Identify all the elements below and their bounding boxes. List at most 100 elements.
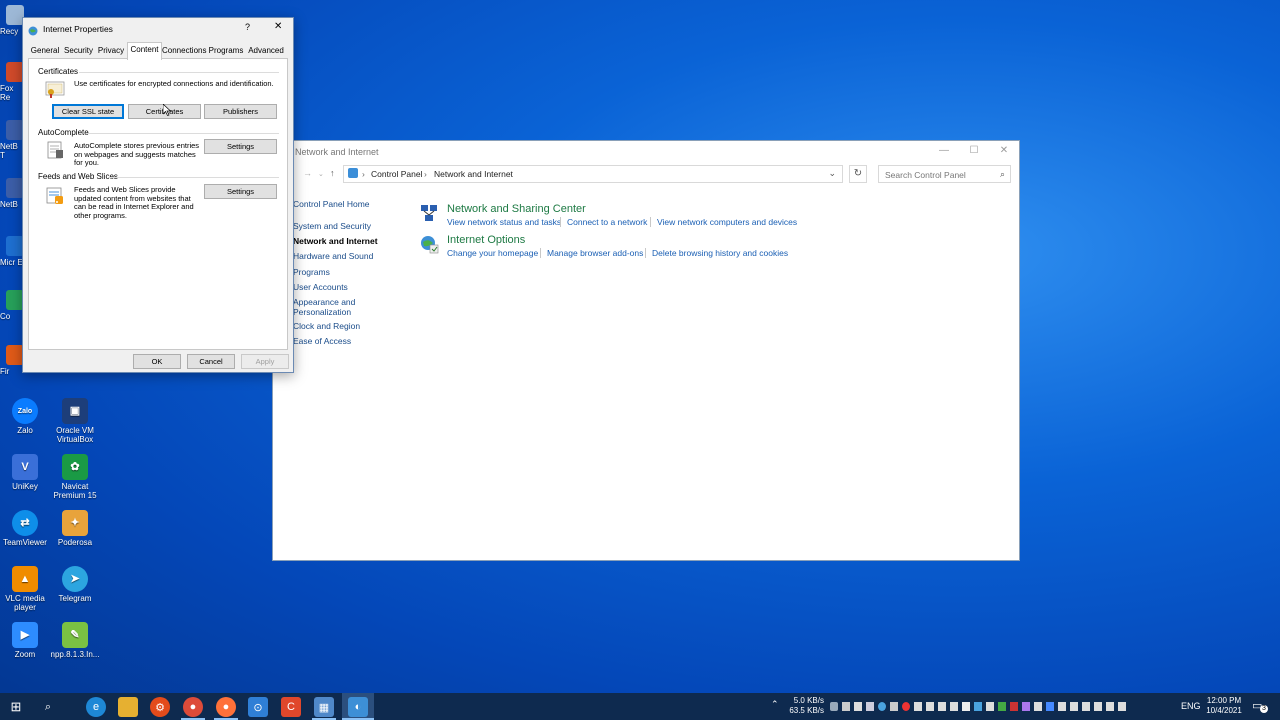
- wifi-icon[interactable]: [1070, 702, 1078, 711]
- tray-app-icon[interactable]: [986, 702, 994, 711]
- start-windows-icon[interactable]: ⊞: [6, 697, 26, 717]
- desktop-icon-partial[interactable]: Micr E: [0, 236, 24, 267]
- battery-icon[interactable]: [1094, 702, 1102, 711]
- close-button[interactable]: ✕: [989, 143, 1019, 159]
- desktop-icon-partial[interactable]: NetB: [0, 178, 24, 209]
- bluetooth-icon[interactable]: [1046, 702, 1054, 711]
- desktop-icon-partial[interactable]: Fox Re: [0, 62, 24, 102]
- chrome-icon[interactable]: ●: [183, 697, 203, 717]
- desktop-icon-partial[interactable]: Co: [0, 290, 24, 321]
- sidebar-item-appearance[interactable]: Appearance and Personalization: [293, 297, 363, 317]
- close-button[interactable]: ✕: [274, 21, 282, 32]
- maximize-button[interactable]: ☐: [959, 143, 989, 159]
- category-network-sharing-center[interactable]: Network and Sharing Center: [447, 203, 586, 215]
- chevron-up-icon[interactable]: ⌃: [771, 699, 779, 710]
- tray-app-icon[interactable]: [1082, 702, 1090, 711]
- edge-icon[interactable]: e: [86, 697, 106, 717]
- tray-app-icon[interactable]: [974, 702, 982, 711]
- desktop-icon-navicat[interactable]: ✿ Navicat Premium 15: [47, 454, 103, 500]
- sidebar-item-user-accounts[interactable]: User Accounts: [293, 282, 348, 292]
- address-bar[interactable]: › Control Panel › Network and Internet ⌄: [343, 165, 843, 183]
- tray-app-icon[interactable]: [878, 702, 886, 711]
- sidebar-item-programs[interactable]: Programs: [293, 267, 330, 277]
- tray-app-icon[interactable]: [854, 702, 862, 711]
- chevron-down-icon[interactable]: ⌄: [828, 168, 836, 179]
- desktop-icon-teamviewer[interactable]: ⇄ TeamViewer: [0, 510, 53, 547]
- tray-app-icon[interactable]: [1022, 702, 1030, 711]
- desktop-icon-partial[interactable]: Recy: [0, 5, 24, 36]
- link-delete-browsing-history[interactable]: Delete browsing history and cookies: [652, 248, 788, 258]
- tab-programs[interactable]: Programs: [207, 44, 245, 58]
- tray-app-icon[interactable]: [1058, 702, 1066, 711]
- desktop-icon-zalo[interactable]: Zalo Zalo: [0, 398, 53, 435]
- desktop-icon-vlc[interactable]: ▲ VLC media player: [0, 566, 53, 612]
- tab-advanced[interactable]: Advanced: [247, 44, 285, 58]
- tray-app-icon[interactable]: [1010, 702, 1018, 711]
- clear-ssl-state-button[interactable]: Clear SSL state: [52, 104, 124, 119]
- clock[interactable]: 12:00 PM 10/4/2021: [1202, 696, 1246, 716]
- feeds-settings-button[interactable]: Settings: [204, 184, 277, 199]
- tray-app-icon[interactable]: [866, 702, 874, 711]
- search-input[interactable]: Search Control Panel ⌕: [878, 165, 1011, 183]
- apply-button[interactable]: Apply: [241, 354, 289, 369]
- publishers-button[interactable]: Publishers: [204, 104, 277, 119]
- link-change-homepage[interactable]: Change your homepage: [447, 248, 538, 258]
- tab-connections[interactable]: Connections: [162, 44, 206, 58]
- toolbox-icon[interactable]: C: [281, 697, 301, 717]
- tray-app-icon[interactable]: [842, 702, 850, 711]
- search-icon[interactable]: ⌕: [38, 697, 58, 717]
- cancel-button[interactable]: Cancel: [187, 354, 235, 369]
- ok-button[interactable]: OK: [133, 354, 181, 369]
- desktop-icon-virtualbox[interactable]: ▣ Oracle VM VirtualBox: [47, 398, 103, 444]
- desktop-icon-telegram[interactable]: ➤ Telegram: [47, 566, 103, 603]
- control-panel-icon[interactable]: ▦: [314, 697, 334, 717]
- forward-button[interactable]: →: [303, 168, 312, 178]
- desktop-icon-notepadpp-installer[interactable]: ✎ npp.8.1.3.In...: [47, 622, 103, 659]
- tab-privacy[interactable]: Privacy: [96, 44, 126, 58]
- desktop-icon-unikey[interactable]: V UniKey: [0, 454, 53, 491]
- teams-icon[interactable]: ⊙: [248, 697, 268, 717]
- desktop-icon-partial[interactable]: Fir: [0, 345, 24, 376]
- microphone-icon[interactable]: [962, 702, 970, 711]
- category-internet-options[interactable]: Internet Options: [447, 234, 525, 246]
- app-icon[interactable]: ⚙: [150, 697, 170, 717]
- tray-app-icon[interactable]: [890, 702, 898, 711]
- desktop-icon-partial[interactable]: NetB T: [0, 120, 24, 160]
- sidebar-item-system-and-security[interactable]: System and Security: [293, 221, 371, 231]
- link-view-network-status[interactable]: View network status and tasks: [447, 217, 561, 227]
- link-connect-to-network[interactable]: Connect to a network: [567, 217, 647, 227]
- link-view-network-computers[interactable]: View network computers and devices: [657, 217, 797, 227]
- file-explorer-icon[interactable]: [118, 697, 138, 717]
- firefox-icon[interactable]: ●: [216, 697, 236, 717]
- tab-security[interactable]: Security: [62, 44, 95, 58]
- tray-app-icon[interactable]: [938, 702, 946, 711]
- tab-general[interactable]: General: [29, 44, 61, 58]
- tray-app-icon[interactable]: [1034, 702, 1042, 711]
- tray-app-icon[interactable]: [998, 702, 1006, 711]
- volume-muted-icon[interactable]: [1118, 702, 1126, 711]
- help-button[interactable]: ?: [245, 22, 250, 32]
- language-indicator[interactable]: ENG: [1181, 701, 1201, 711]
- autocomplete-settings-button[interactable]: Settings: [204, 139, 277, 154]
- sidebar-item-network-and-internet[interactable]: Network and Internet: [293, 236, 378, 246]
- desktop-icon-zoom[interactable]: ▶ Zoom: [0, 622, 53, 659]
- tab-content[interactable]: Content: [127, 42, 162, 60]
- sidebar-item-ease-of-access[interactable]: Ease of Access: [293, 336, 351, 346]
- sidebar-item-control-panel-home[interactable]: Control Panel Home: [293, 199, 370, 209]
- notification-center-icon[interactable]: ▭ 3: [1252, 699, 1268, 713]
- tray-app-icon[interactable]: [902, 702, 910, 711]
- tray-app-icon[interactable]: [914, 702, 922, 711]
- tray-app-icon[interactable]: [926, 702, 934, 711]
- sidebar-item-hardware-and-sound[interactable]: Hardware and Sound: [293, 251, 373, 261]
- up-button[interactable]: ↑: [330, 168, 335, 178]
- link-manage-addons[interactable]: Manage browser add-ons: [547, 248, 643, 258]
- tray-app-icon[interactable]: [830, 702, 838, 711]
- breadcrumb-network-and-internet[interactable]: Network and Internet: [434, 169, 513, 179]
- desktop-icon-poderosa[interactable]: ✦ Poderosa: [47, 510, 103, 547]
- tray-app-icon[interactable]: [950, 702, 958, 711]
- sidebar-item-clock-and-region[interactable]: Clock and Region: [293, 321, 360, 331]
- minimize-button[interactable]: —: [929, 143, 959, 159]
- breadcrumb-control-panel[interactable]: Control Panel: [371, 169, 423, 179]
- network-icon[interactable]: [1106, 702, 1114, 711]
- internet-properties-taskbar-button[interactable]: ◐: [342, 693, 374, 720]
